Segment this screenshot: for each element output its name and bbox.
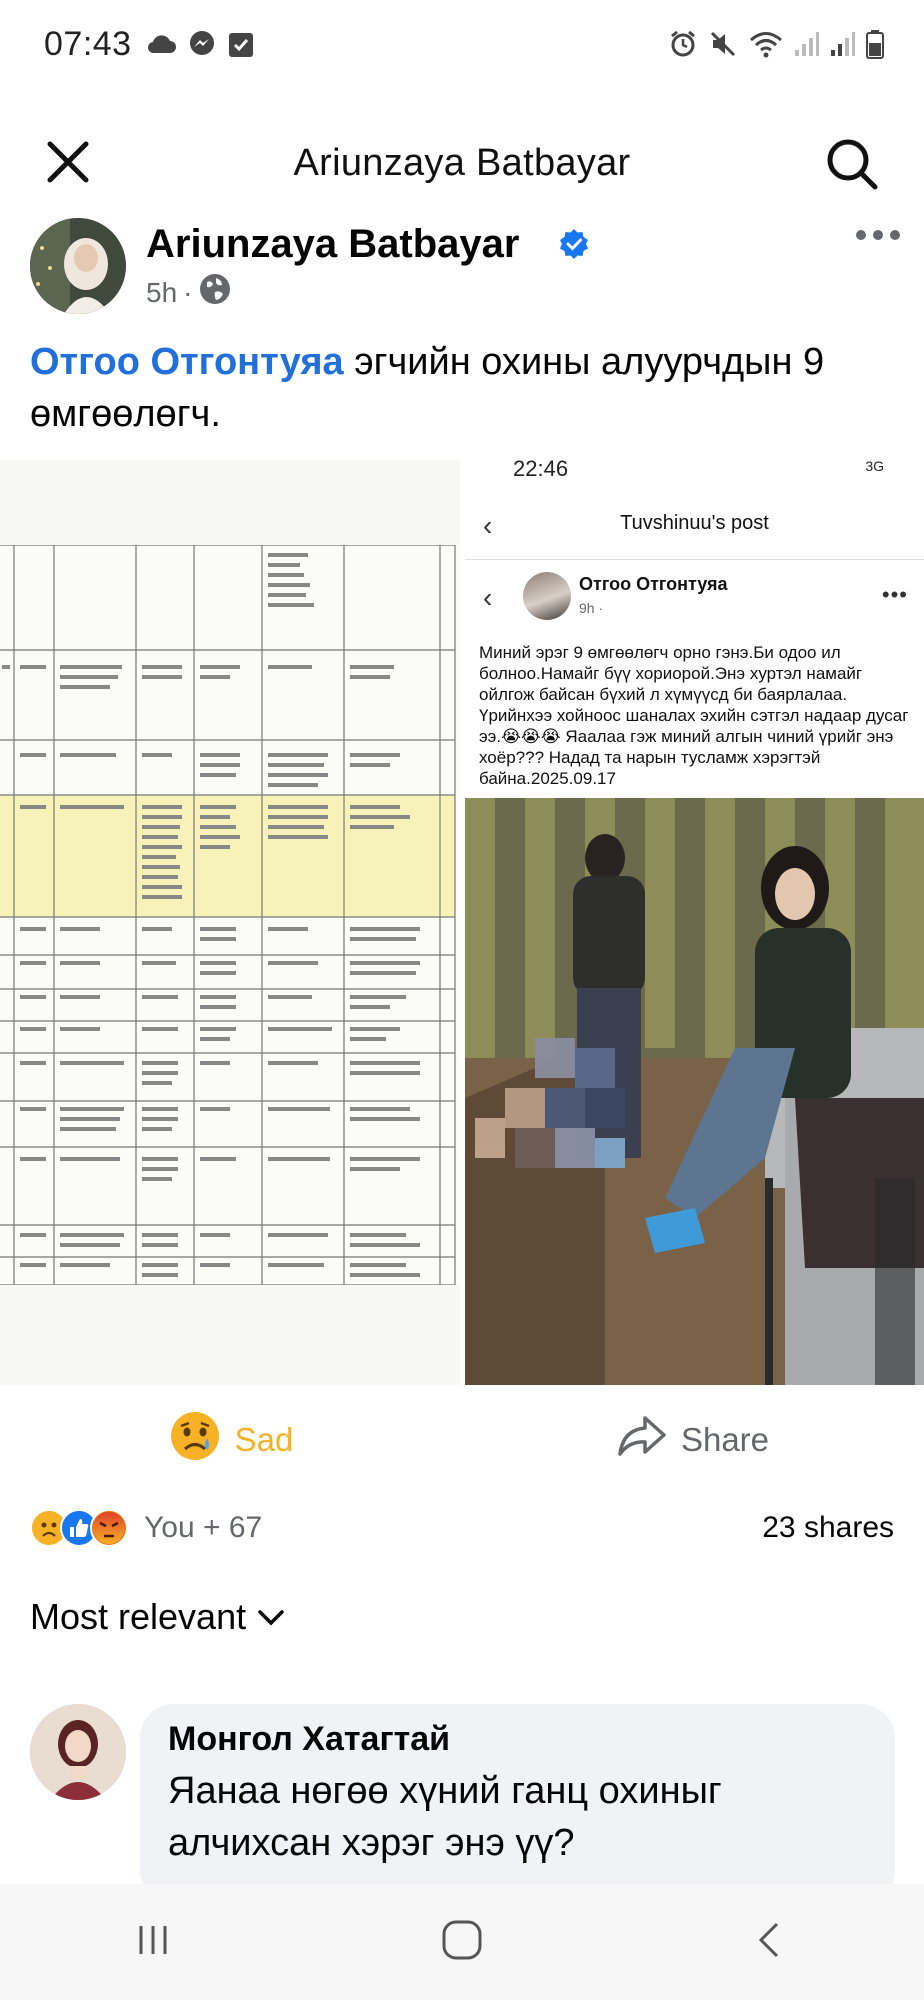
embedded-status-bar: 22:46 3G <box>465 460 924 481</box>
share-icon <box>617 1414 667 1466</box>
embedded-status-time: 22:46 <box>513 460 569 481</box>
document-table-graphic <box>0 545 460 1285</box>
document-image <box>0 460 460 1385</box>
embedded-status-network: 3G <box>865 460 884 474</box>
wifi-icon <box>748 29 784 59</box>
post-media[interactable]: 22:46 3G ‹ Tuvshinuu's post ‹ Отгоо Отго… <box>0 460 924 1385</box>
share-count[interactable]: 23 shares <box>762 1511 894 1545</box>
verified-badge-icon <box>558 228 590 265</box>
alarm-icon <box>668 29 698 59</box>
check-box-icon <box>228 30 254 58</box>
post-time[interactable]: 5h <box>146 277 177 309</box>
recent-apps-icon[interactable] <box>133 1920 173 1965</box>
commenter-avatar[interactable] <box>30 1704 126 1800</box>
status-right-icons <box>668 29 884 59</box>
signal-icon <box>830 30 856 58</box>
more-options-icon[interactable] <box>856 230 900 240</box>
author-avatar[interactable] <box>30 218 126 314</box>
post-actions: Sad Share <box>0 1385 924 1495</box>
meta-separator: · <box>183 276 193 308</box>
battery-icon <box>866 29 884 59</box>
sad-reaction-button[interactable]: Sad <box>0 1385 462 1495</box>
mention-link[interactable]: Отгоо Отгонтуяа <box>30 341 344 383</box>
embedded-poster-name: Отгоо Отгонтуяа <box>579 574 728 594</box>
sad-label: Sad <box>234 1421 294 1458</box>
status-time: 07:43 <box>44 24 132 63</box>
embedded-post-header: ‹ Отгоо Отгонтуяа 9h · ••• <box>465 560 924 640</box>
embedded-back-icon: ‹ <box>483 582 493 613</box>
embedded-photo <box>465 798 924 1385</box>
cloud-icon <box>146 33 176 55</box>
angry-reaction-icon <box>90 1509 128 1547</box>
comment-author[interactable]: Монгол Хатагтай <box>168 1720 867 1759</box>
signal-icon <box>794 30 820 58</box>
mute-icon <box>708 29 738 59</box>
embedded-post-text: Миний эрэг 9 өмгөөлөгч орно гэнэ.Би одоо… <box>479 643 909 788</box>
embedded-screenshot: 22:46 3G ‹ Tuvshinuu's post ‹ Отгоо Отго… <box>465 460 924 1385</box>
share-label: Share <box>680 1421 770 1458</box>
reactions-summary[interactable]: You + 67 23 shares <box>30 1500 894 1556</box>
comment-sort-label: Most relevant <box>30 1596 247 1637</box>
reaction-icons <box>30 1509 128 1547</box>
embedded-avatar <box>523 572 571 620</box>
close-icon[interactable] <box>44 138 92 186</box>
post-text: Отгоо Отгонтуяа эгчийн охины алуурчдын 9… <box>30 336 900 440</box>
messenger-icon <box>188 30 216 58</box>
comment-bubble[interactable]: Монгол Хатагтай Яанаа нөгөө хүний ганц о… <box>140 1704 895 1904</box>
nav-title: Ariunzaya Batbayar <box>293 141 631 184</box>
embedded-more-icon: ••• <box>881 582 908 607</box>
post-header: Ariunzaya Batbayar 5h · <box>30 218 900 318</box>
chevron-down-icon <box>256 1596 286 1638</box>
top-nav: Ariunzaya Batbayar <box>0 88 924 238</box>
status-left-icons <box>146 30 254 58</box>
embedded-nav: ‹ Tuvshinuu's post <box>465 490 924 560</box>
android-nav-bar <box>0 1884 924 2000</box>
home-icon[interactable] <box>440 1918 484 1967</box>
status-bar: 07:43 <box>0 0 924 88</box>
search-icon[interactable] <box>824 136 880 192</box>
back-icon[interactable] <box>751 1920 791 1965</box>
comment-text: Яанаа нөгөө хүний ганц охиныг алчихсан х… <box>168 1770 722 1864</box>
author-name[interactable]: Ariunzaya Batbayar <box>146 222 519 267</box>
share-button[interactable]: Share <box>462 1385 924 1495</box>
embedded-nav-title: Tuvshinuu's post <box>620 512 769 534</box>
globe-icon <box>198 272 232 313</box>
comment-sort-dropdown[interactable]: Most relevant <box>30 1596 286 1638</box>
embedded-poster-time: 9h · <box>579 600 604 616</box>
reaction-count: You + 67 <box>144 1511 263 1544</box>
post-meta: 5h · <box>146 272 232 313</box>
sad-face-icon <box>169 1410 221 1470</box>
